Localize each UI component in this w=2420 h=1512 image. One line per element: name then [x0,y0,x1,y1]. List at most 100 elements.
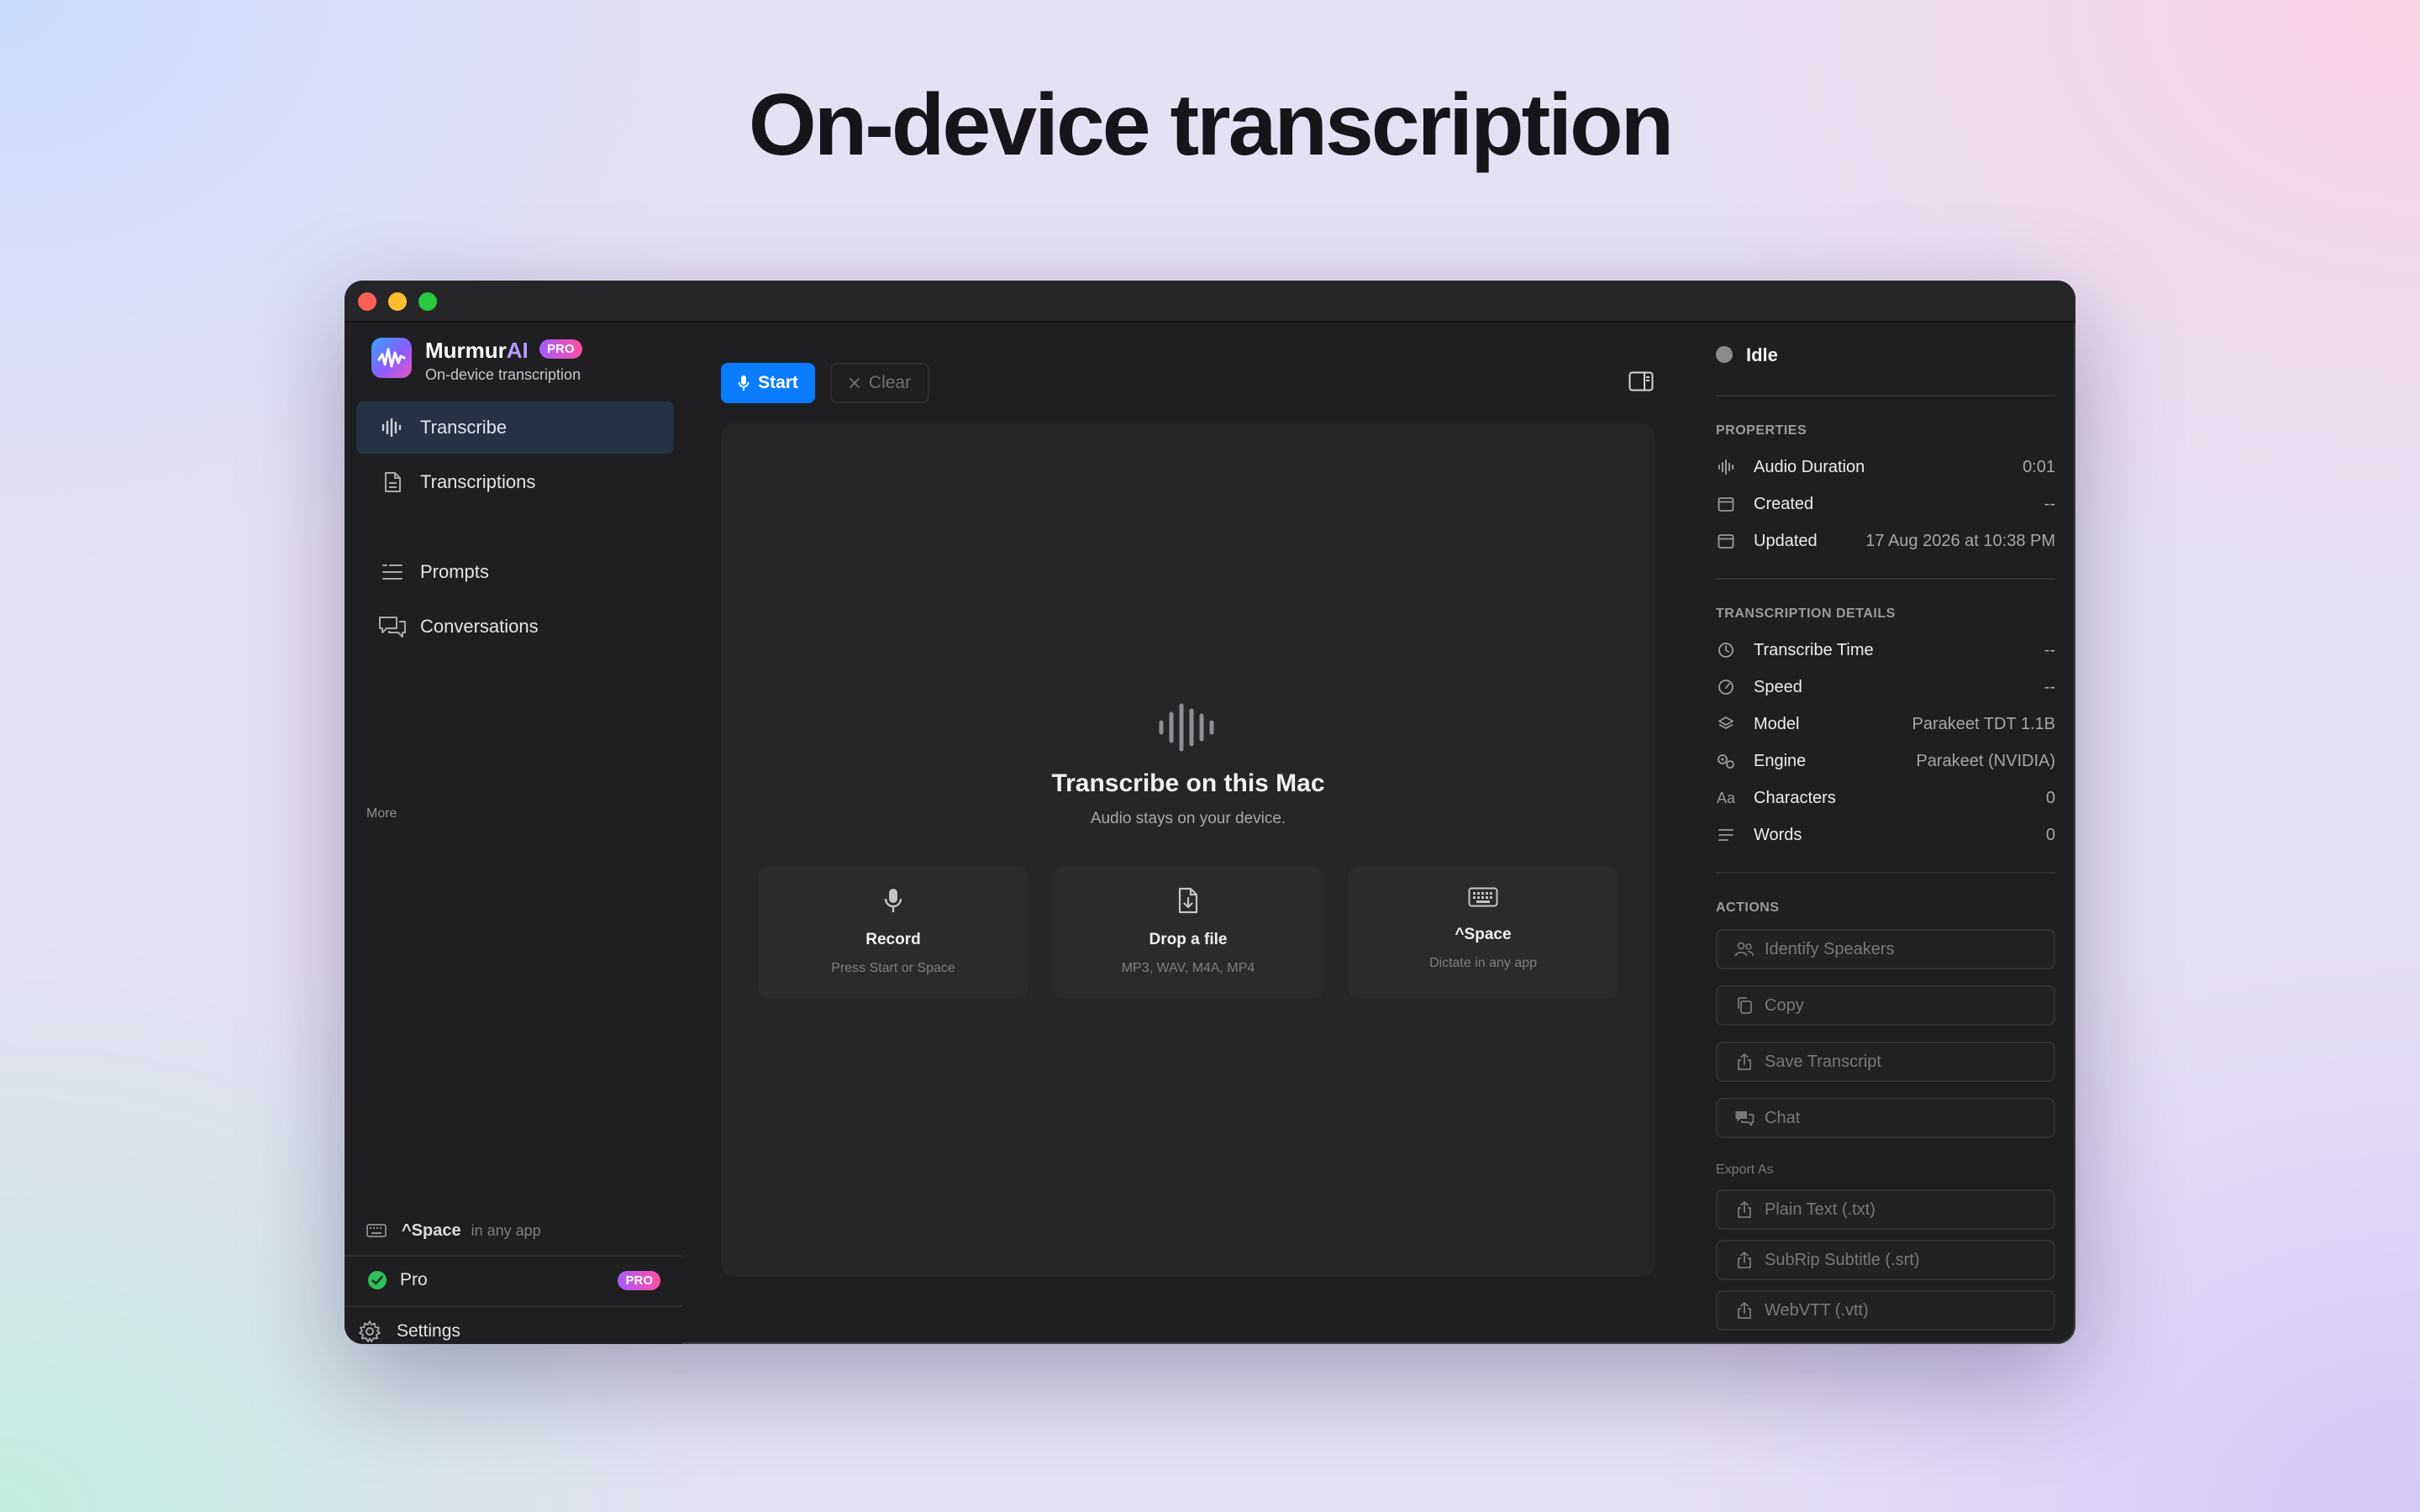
app-window: MurmurAI PRO On-device transcription Tra… [345,281,2075,1344]
record-card[interactable]: Record Press Start or Space [758,867,1028,998]
sidebar-item-transcribe[interactable]: Transcribe [356,402,674,454]
text-size-icon: Aa [1716,789,1736,806]
app-pro-badge: PRO [539,339,582,359]
app-logo-icon [371,338,412,378]
card-subtitle: Dictate in any app [1428,956,1538,970]
dictation-shortcut-card[interactable]: ^Space Dictate in any app [1348,867,1618,998]
close-window-button[interactable] [358,292,376,311]
shortcut-key: ^Space [402,1221,461,1240]
settings-label: Settings [397,1321,460,1341]
sidebar-item-transcriptions[interactable]: Transcriptions [356,456,674,508]
export-as-label: Export As [1716,1163,1774,1177]
chat-bubbles-icon [1734,1110,1754,1126]
clear-label: Clear [868,373,912,392]
properties-heading: PROPERTIES [1716,423,1807,438]
details-heading: TRANSCRIPTION DETAILS [1716,606,1896,621]
inspector-divider [1716,395,2055,396]
calendar-icon [1716,496,1736,512]
start-button[interactable]: Start [721,363,815,403]
export-vtt-button[interactable]: WebVTT (.vtt) [1716,1290,2055,1331]
inspector-divider [1716,578,2055,580]
transcription-canvas[interactable]: Transcribe on this Mac Audio stays on yo… [721,423,1655,1277]
app-subtitle: On-device transcription [425,366,581,383]
sidebar: MurmurAI PRO On-device transcription Tra… [345,323,682,1344]
gears-icon [1716,753,1736,769]
file-download-icon [1053,887,1323,914]
detail-engine: Engine Parakeet (NVIDIA) [1716,746,2055,776]
copy-button[interactable]: Copy [1716,985,2055,1026]
keyboard-icon [366,1224,388,1237]
property-audio-duration: Audio Duration 0:01 [1716,452,2055,482]
clear-button[interactable]: Clear [830,363,929,403]
document-icon [378,471,407,493]
status-indicator [1716,346,1733,363]
microphone-icon [738,375,750,391]
empty-state-subtitle: Audio stays on your device. [1090,810,1286,827]
text-lines-icon [1716,827,1736,843]
keyboard-icon [1348,887,1618,907]
status-text: Idle [1746,344,1778,365]
global-shortcut-row: ^Space in any app [345,1218,682,1243]
card-title: Drop a file [1149,931,1228,948]
copy-icon [1734,996,1754,1015]
inspector-divider [1716,872,2055,874]
shortcut-hint: in any app [471,1221,541,1239]
microphone-icon [758,887,1028,914]
sidebar-item-prompts[interactable]: Prompts [356,546,674,598]
app-name: MurmurAI [425,338,529,363]
gauge-icon [1716,679,1736,696]
waveform-icon [1155,701,1222,754]
export-srt-button[interactable]: SubRip Subtitle (.srt) [1716,1240,2055,1280]
plan-pro-badge: PRO [618,1270,660,1290]
drop-file-card[interactable]: Drop a file MP3, WAV, M4A, MP4 [1053,867,1323,998]
identify-speakers-button[interactable]: Identify Speakers [1716,929,2055,969]
sidebar-item-label: Prompts [420,561,489,582]
actions-heading: ACTIONS [1716,900,1780,915]
export-txt-button[interactable]: Plain Text (.txt) [1716,1189,2055,1230]
plan-row[interactable]: Pro PRO [345,1257,682,1304]
close-icon [849,377,860,389]
chat-bubbles-icon [378,615,407,638]
empty-state-title: Transcribe on this Mac [1051,769,1325,797]
sidebar-section-more: More [366,806,397,821]
people-icon [1734,942,1754,957]
card-title: Record [865,931,921,948]
detail-characters: Aa Characters 0 [1716,788,2055,807]
card-title: ^Space [1455,926,1512,943]
minimize-window-button[interactable] [388,292,407,311]
prompts-icon [378,563,407,581]
waveform-icon [1716,459,1736,475]
detail-model: Model Parakeet TDT 1.1B [1716,709,2055,739]
waveform-icon [378,417,407,438]
zoom-window-button[interactable] [418,292,437,311]
property-created: Created -- [1716,489,2055,519]
verified-check-icon [366,1269,388,1291]
toggle-inspector-icon[interactable] [1628,371,1654,391]
sidebar-item-label: Conversations [420,616,539,637]
detail-words: Words 0 [1716,820,2055,850]
gear-icon [358,1320,383,1343]
plan-label: Pro [400,1270,428,1289]
settings-button[interactable]: Settings [345,1307,682,1344]
sidebar-item-conversations[interactable]: Conversations [356,601,674,653]
clock-icon [1716,642,1736,659]
property-updated: Updated 17 Aug 2026 at 10:38 PM [1716,526,2055,556]
start-label: Start [758,373,798,392]
layers-icon [1716,716,1736,732]
inspector-panel: Idle PROPERTIES Audio Duration 0:01 Creat… [1716,323,2055,1344]
detail-speed: Speed -- [1716,672,2055,702]
card-subtitle: MP3, WAV, M4A, MP4 [1121,961,1255,975]
sidebar-item-label: Transcribe [420,417,508,438]
share-icon [1734,1251,1754,1269]
card-subtitle: Press Start or Space [831,961,955,975]
title-bar [345,281,2075,323]
chat-button[interactable]: Chat [1716,1098,2055,1138]
share-icon [1734,1053,1754,1071]
detail-transcribe-time: Transcribe Time -- [1716,635,2055,665]
share-icon [1734,1200,1754,1219]
sidebar-item-label: Transcriptions [420,471,536,492]
calendar-icon [1716,533,1736,549]
share-icon [1734,1301,1754,1320]
save-transcript-button[interactable]: Save Transcript [1716,1042,2055,1082]
hero-title: On-device transcription [748,76,1674,174]
